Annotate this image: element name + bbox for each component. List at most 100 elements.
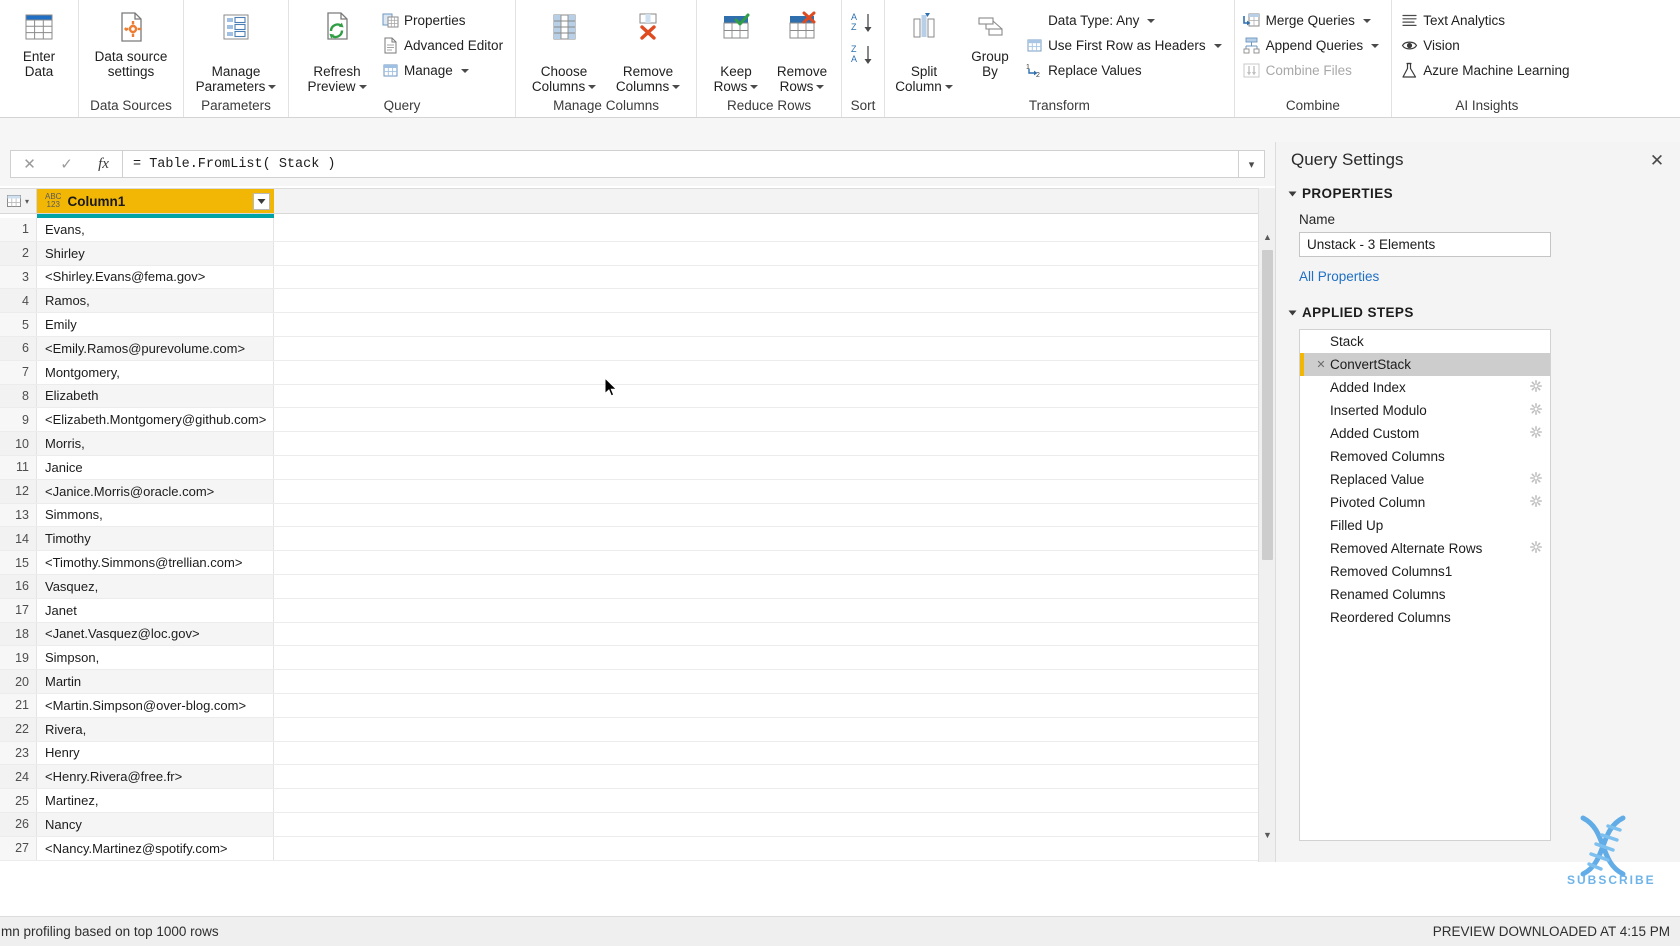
table-cell[interactable]: <Janet.Vasquez@loc.gov>: [37, 622, 274, 646]
sort-descending-button[interactable]: Z A: [848, 42, 878, 72]
manage-button[interactable]: Manage: [379, 58, 509, 83]
replace-values-button[interactable]: 1 2 Replace Values: [1023, 58, 1228, 83]
table-row[interactable]: 25 Martinez,: [0, 789, 1275, 813]
close-icon[interactable]: ✕: [1646, 150, 1668, 172]
chevron-down-icon[interactable]: [1147, 18, 1156, 23]
table-row[interactable]: 17 Janet: [0, 598, 1275, 623]
table-cell[interactable]: Ramos,: [37, 289, 274, 313]
table-row[interactable]: 23 Henry: [0, 741, 1275, 766]
table-row[interactable]: 26 Nancy: [0, 812, 1275, 837]
gear-icon[interactable]: [1530, 403, 1544, 418]
table-cell[interactable]: <Timothy.Simmons@trellian.com>: [37, 551, 274, 574]
applied-step-item[interactable]: ✕Added Index: [1300, 376, 1550, 399]
vision-button[interactable]: Vision: [1398, 33, 1575, 58]
table-row[interactable]: 11 Janice: [0, 455, 1275, 480]
applied-step-item[interactable]: ✕Inserted Modulo: [1300, 399, 1550, 422]
applied-step-item[interactable]: ✕ ConvertStack: [1300, 353, 1550, 376]
table-row[interactable]: 7 Montgomery,: [0, 360, 1275, 385]
scroll-up-icon[interactable]: ▲: [1259, 228, 1276, 246]
advanced-editor-button[interactable]: Advanced Editor: [379, 33, 509, 58]
gear-icon[interactable]: [1530, 495, 1544, 510]
table-cell[interactable]: Emily: [37, 313, 274, 336]
table-cell[interactable]: <Janice.Morris@oracle.com>: [37, 479, 274, 503]
applied-step-item[interactable]: ✕Removed Columns: [1300, 445, 1550, 468]
cancel-icon[interactable]: ✕: [11, 151, 48, 177]
properties-button[interactable]: Properties: [379, 8, 509, 33]
table-row[interactable]: 10 Morris,: [0, 432, 1275, 456]
table-row[interactable]: 12 <Janice.Morris@oracle.com>: [0, 479, 1275, 504]
group-by-button[interactable]: Group By: [957, 4, 1023, 79]
split-column-button[interactable]: Split Column: [891, 4, 957, 94]
applied-step-item[interactable]: ✕Removed Columns1: [1300, 560, 1550, 583]
applied-step-item[interactable]: ✕Pivoted Column: [1300, 491, 1550, 514]
table-cell[interactable]: Timothy: [37, 527, 274, 551]
chevron-down-icon[interactable]: [358, 85, 367, 90]
checkmark-icon[interactable]: ✓: [48, 151, 85, 177]
table-cell[interactable]: Henry: [37, 741, 274, 765]
table-cell[interactable]: Martin: [37, 670, 274, 693]
chevron-down-icon[interactable]: [750, 85, 759, 90]
grid-vertical-scrollbar[interactable]: ▲ ▼: [1258, 188, 1275, 862]
table-cell[interactable]: Shirley: [37, 241, 274, 265]
fx-icon[interactable]: fx: [85, 151, 122, 177]
gear-icon[interactable]: [1530, 472, 1544, 487]
properties-section-header[interactable]: PROPERTIES: [1288, 186, 1668, 201]
applied-step-item[interactable]: ✕Removed Alternate Rows: [1300, 537, 1550, 560]
table-cell[interactable]: Martinez,: [37, 789, 274, 812]
azure-machine-learning-button[interactable]: Azure Machine Learning: [1398, 58, 1575, 83]
choose-columns-button[interactable]: Choose Columns: [522, 4, 606, 94]
table-cell[interactable]: Morris,: [37, 432, 274, 455]
applied-steps-list[interactable]: ✕Stack✕ConvertStack✕Added Index✕Inserted…: [1299, 329, 1551, 841]
query-name-input[interactable]: [1299, 232, 1551, 257]
text-analytics-button[interactable]: Text Analytics: [1398, 8, 1575, 33]
filter-dropdown-icon[interactable]: [253, 192, 270, 210]
applied-steps-section-header[interactable]: APPLIED STEPS: [1288, 305, 1668, 320]
combine-files-button[interactable]: Combine Files: [1241, 58, 1386, 83]
applied-step-item[interactable]: ✕Replaced Value: [1300, 468, 1550, 491]
applied-step-item[interactable]: ✕Filled Up: [1300, 514, 1550, 537]
table-row[interactable]: 22 Rivera,: [0, 717, 1275, 742]
table-row[interactable]: 1 Evans,: [0, 218, 1275, 242]
table-cell[interactable]: Simmons,: [37, 503, 274, 527]
column-header-column1[interactable]: ABC 123 Column1: [37, 189, 274, 213]
table-row[interactable]: 18 <Janet.Vasquez@loc.gov>: [0, 622, 1275, 647]
select-all-table-icon[interactable]: ▾: [0, 189, 37, 213]
table-cell[interactable]: <Martin.Simpson@over-blog.com>: [37, 693, 274, 717]
table-row[interactable]: 21 <Martin.Simpson@over-blog.com>: [0, 693, 1275, 718]
all-properties-link[interactable]: All Properties: [1299, 269, 1379, 284]
chevron-down-icon[interactable]: [460, 68, 469, 73]
gear-icon[interactable]: [1530, 380, 1544, 395]
table-row[interactable]: 19 Simpson,: [0, 646, 1275, 671]
table-row[interactable]: 14 Timothy: [0, 527, 1275, 552]
formula-input[interactable]: = Table.FromList( Stack ): [122, 150, 1239, 178]
enter-data-button[interactable]: Enter Data: [6, 4, 72, 79]
table-row[interactable]: 2 Shirley: [0, 241, 1275, 266]
gear-icon[interactable]: [1530, 426, 1544, 441]
chevron-down-icon[interactable]: [1371, 43, 1380, 48]
chevron-down-icon[interactable]: [268, 85, 277, 90]
sort-ascending-button[interactable]: A Z: [848, 10, 878, 40]
table-row[interactable]: 5 Emily: [0, 313, 1275, 337]
data-type-button[interactable]: Data Type: Any: [1023, 8, 1228, 33]
table-cell[interactable]: Montgomery,: [37, 360, 274, 384]
table-cell[interactable]: Elizabeth: [37, 384, 274, 408]
delete-step-icon[interactable]: ✕: [1314, 358, 1328, 371]
table-cell[interactable]: Janet: [37, 598, 274, 622]
applied-step-item[interactable]: ✕Renamed Columns: [1300, 583, 1550, 606]
table-row[interactable]: 16 Vasquez,: [0, 574, 1275, 599]
table-cell[interactable]: <Nancy.Martinez@spotify.com>: [37, 836, 274, 860]
table-row[interactable]: 9 <Elizabeth.Montgomery@github.com>: [0, 408, 1275, 433]
applied-step-item[interactable]: ✕Added Custom: [1300, 422, 1550, 445]
data-source-settings-button[interactable]: Data source settings: [85, 4, 177, 79]
table-cell[interactable]: Simpson,: [37, 646, 274, 670]
table-row[interactable]: 4 Ramos,: [0, 289, 1275, 314]
table-cell[interactable]: Vasquez,: [37, 574, 274, 598]
manage-parameters-button[interactable]: Manage Parameters: [190, 4, 282, 94]
chevron-down-icon[interactable]: ▾: [1239, 150, 1265, 178]
table-row[interactable]: 27 <Nancy.Martinez@spotify.com>: [0, 836, 1275, 861]
table-cell[interactable]: Nancy: [37, 812, 274, 836]
table-row[interactable]: 20 Martin: [0, 670, 1275, 694]
chevron-down-icon[interactable]: [816, 85, 825, 90]
table-cell[interactable]: Janice: [37, 455, 274, 479]
chevron-down-icon[interactable]: [1362, 18, 1371, 23]
